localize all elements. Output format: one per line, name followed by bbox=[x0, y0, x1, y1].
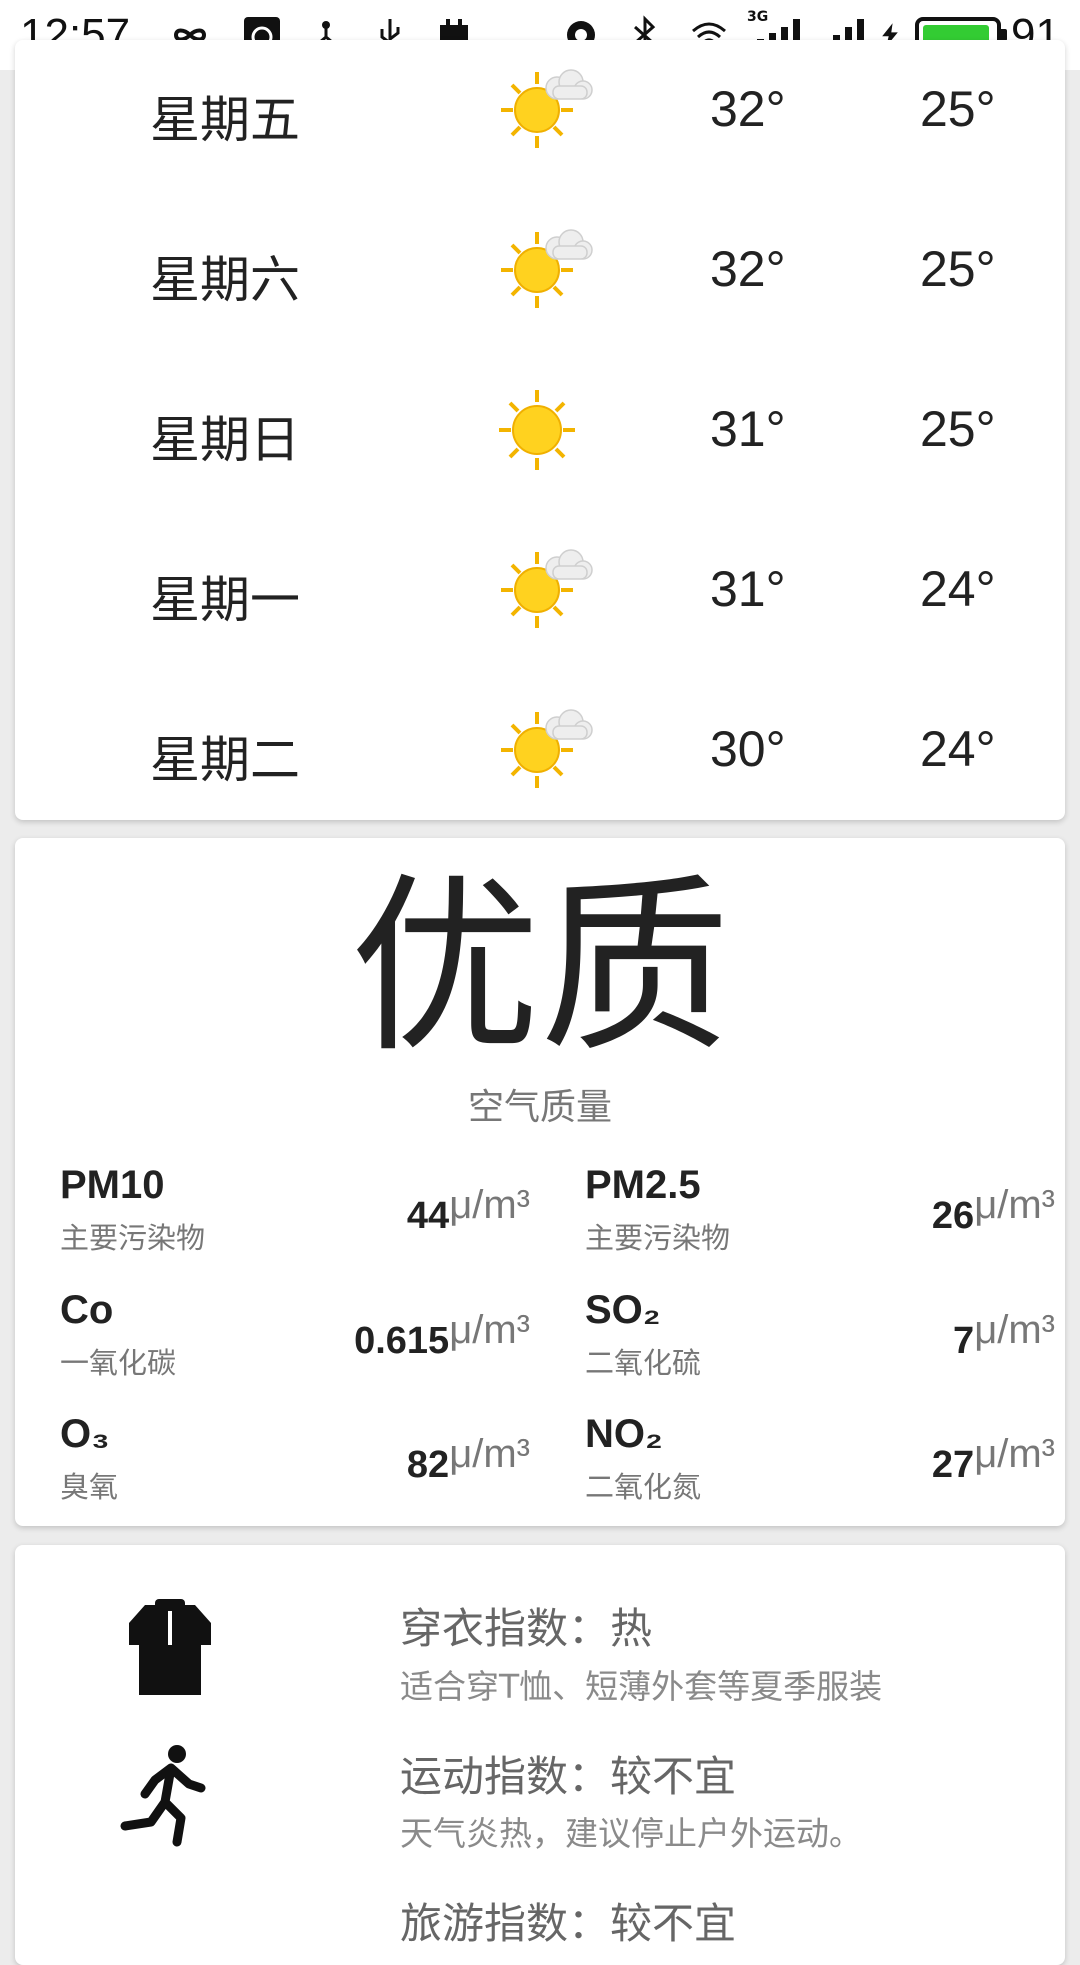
partly-sunny-icon bbox=[501, 69, 593, 148]
pollutant-desc: 一氧化碳 bbox=[60, 1346, 177, 1380]
forecast-low: 24° bbox=[920, 561, 996, 617]
partly-sunny-icon bbox=[501, 549, 593, 628]
aqi-label: 空气质量 bbox=[467, 1087, 612, 1128]
lifestyle-title: 穿衣指数：热 bbox=[400, 1604, 653, 1653]
forecast-day: 星期二 bbox=[150, 731, 300, 789]
pollutant-number: 44 bbox=[406, 1195, 450, 1237]
lifestyle-title: 运动指数：较不宜 bbox=[400, 1752, 737, 1801]
forecast-row: 星期一 31° 24° bbox=[15, 520, 1065, 680]
sunny-icon bbox=[499, 390, 575, 470]
pollutant-unit: μ/m³ bbox=[449, 1432, 530, 1476]
forecast-day: 星期五 bbox=[150, 91, 300, 149]
pollutant-pm10: PM10 主要污染物 44μ/m³ bbox=[30, 1163, 530, 1263]
network-type-label: 3G bbox=[747, 9, 769, 25]
forecast-high: 32° bbox=[710, 81, 786, 137]
pollutant-number: 7 bbox=[953, 1320, 975, 1362]
pollutant-co: Co 一氧化碳 0.615μ/m³ bbox=[30, 1288, 530, 1388]
pollutant-name: NO₂ bbox=[585, 1412, 663, 1456]
pollutant-desc: 二氧化硫 bbox=[585, 1346, 702, 1380]
pollutant-no2: NO₂ 二氧化氮 27μ/m³ bbox=[555, 1412, 1055, 1512]
forecast-row: 星期二 30° 24° bbox=[15, 680, 1065, 840]
pollutant-value: 26μ/m³ bbox=[932, 1183, 1055, 1238]
pollutant-pm25: PM2.5 主要污染物 26μ/m³ bbox=[555, 1163, 1055, 1263]
forecast-card: 星期五 32° 25° 星期六 32° 25° 星期日 31° 25° 星期一 bbox=[15, 40, 1065, 820]
forecast-row: 星期五 32° 25° bbox=[15, 40, 1065, 200]
clothing-icon bbox=[129, 1599, 211, 1695]
running-icon bbox=[120, 1745, 206, 1847]
pollutant-name: SO₂ bbox=[585, 1288, 661, 1332]
forecast-high: 30° bbox=[710, 721, 786, 777]
lifestyle-card: 穿衣指数：热 适合穿T恤、短薄外套等夏季服装 运动指数：较不宜 天气炎热，建议停… bbox=[15, 1545, 1065, 1965]
pollutant-value: 0.615μ/m³ bbox=[354, 1308, 530, 1363]
pollutant-number: 82 bbox=[406, 1444, 450, 1486]
pollutant-desc: 二氧化氮 bbox=[585, 1470, 702, 1504]
pollutant-unit: μ/m³ bbox=[974, 1183, 1055, 1227]
pollutant-desc: 主要污染物 bbox=[60, 1221, 206, 1255]
pollutant-unit: μ/m³ bbox=[449, 1308, 530, 1352]
forecast-day: 星期日 bbox=[150, 411, 300, 469]
pollutant-name: Co bbox=[60, 1288, 114, 1332]
pollutant-value: 82μ/m³ bbox=[407, 1432, 530, 1487]
forecast-high: 31° bbox=[710, 561, 786, 617]
aqi-level: 优质 bbox=[349, 857, 730, 1078]
forecast-day: 星期六 bbox=[150, 251, 300, 309]
forecast-high: 32° bbox=[710, 241, 786, 297]
pollutant-number: 26 bbox=[931, 1195, 975, 1237]
partly-sunny-icon bbox=[501, 709, 593, 788]
forecast-day: 星期一 bbox=[150, 571, 300, 629]
pollutant-desc: 臭氧 bbox=[60, 1470, 119, 1504]
pollutant-number: 0.615 bbox=[354, 1320, 450, 1362]
pollutant-desc: 主要污染物 bbox=[585, 1221, 731, 1255]
pollutant-o3: O₃ 臭氧 82μ/m³ bbox=[30, 1412, 530, 1512]
pollutant-value: 7μ/m³ bbox=[953, 1308, 1055, 1363]
lifestyle-desc: 适合穿T恤、短薄外套等夏季服装 bbox=[400, 1667, 883, 1706]
forecast-low: 25° bbox=[920, 241, 996, 297]
pollutant-name: PM10 bbox=[60, 1163, 165, 1207]
lifestyle-title: 旅游指数：较不宜 bbox=[400, 1899, 737, 1948]
pollutant-unit: μ/m³ bbox=[974, 1308, 1055, 1352]
air-quality-card: 优质 空气质量 PM10 主要污染物 44μ/m³ PM2.5 主要污染物 26… bbox=[15, 838, 1065, 1526]
pollutant-name: O₃ bbox=[60, 1412, 110, 1456]
forecast-low: 24° bbox=[920, 721, 996, 777]
pollutant-number: 27 bbox=[931, 1444, 975, 1486]
pollutant-so2: SO₂ 二氧化硫 7μ/m³ bbox=[555, 1288, 1055, 1388]
forecast-low: 25° bbox=[920, 401, 996, 457]
pollutant-value: 44μ/m³ bbox=[407, 1183, 530, 1238]
pollutant-unit: μ/m³ bbox=[974, 1432, 1055, 1476]
forecast-high: 31° bbox=[710, 401, 786, 457]
pollutant-name: PM2.5 bbox=[585, 1163, 701, 1207]
pollutant-value: 27μ/m³ bbox=[932, 1432, 1055, 1487]
forecast-row: 星期六 32° 25° bbox=[15, 200, 1065, 360]
lifestyle-desc: 天气炎热，建议停止户外运动。 bbox=[400, 1814, 862, 1853]
forecast-low: 25° bbox=[920, 81, 996, 137]
partly-sunny-icon bbox=[501, 229, 593, 308]
forecast-row: 星期日 31° 25° bbox=[15, 360, 1065, 520]
pollutant-unit: μ/m³ bbox=[449, 1183, 530, 1227]
